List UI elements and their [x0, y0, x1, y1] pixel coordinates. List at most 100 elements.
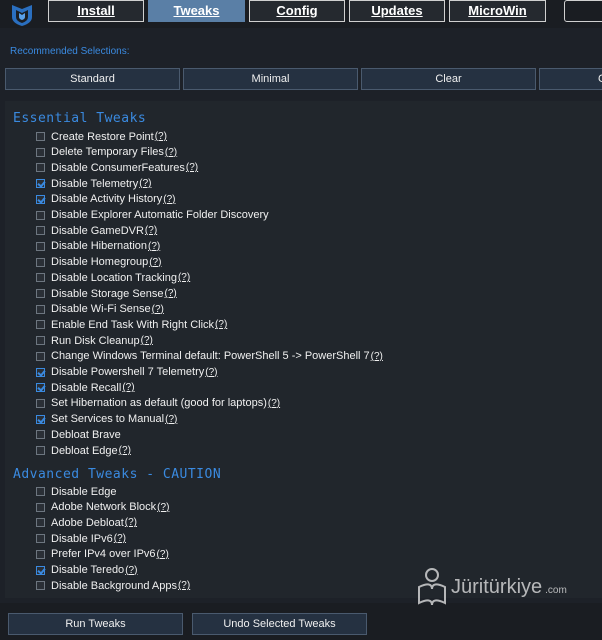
- checkbox[interactable]: [36, 446, 45, 455]
- essential-tweak-item[interactable]: Disable Hibernation (?): [36, 239, 160, 254]
- help-link[interactable]: (?): [163, 194, 175, 205]
- checkbox[interactable]: [36, 430, 45, 440]
- help-link[interactable]: (?): [157, 502, 169, 513]
- standard-button[interactable]: Standard: [5, 68, 180, 90]
- checkbox-checked[interactable]: [36, 179, 45, 189]
- essential-tweak-item[interactable]: Run Disk Cleanup (?): [36, 333, 153, 348]
- help-link[interactable]: (?): [145, 225, 157, 236]
- essential-tweak-item[interactable]: Debloat Brave: [36, 427, 121, 442]
- advanced-tweak-item[interactable]: Disable IPv6 (?): [36, 531, 126, 546]
- run-tweaks-button[interactable]: Run Tweaks: [8, 613, 183, 635]
- checkbox[interactable]: [36, 502, 45, 512]
- help-link[interactable]: (?): [205, 367, 217, 378]
- checkbox[interactable]: [36, 534, 45, 544]
- checkbox-checked[interactable]: [36, 383, 45, 393]
- essential-tweak-item[interactable]: Disable Recall (?): [36, 380, 135, 395]
- help-link[interactable]: (?): [178, 272, 190, 283]
- help-link[interactable]: (?): [215, 319, 227, 330]
- essential-tweak-item[interactable]: Disable ConsumerFeatures (?): [36, 160, 198, 175]
- help-link[interactable]: (?): [148, 241, 160, 252]
- advanced-tweak-item[interactable]: Prefer IPv4 over IPv6 (?): [36, 547, 169, 562]
- checkbox[interactable]: [36, 549, 45, 559]
- advanced-tweak-item[interactable]: Disable Background Apps (?): [36, 578, 190, 593]
- tab-config[interactable]: Config: [249, 0, 345, 22]
- essential-tweak-item[interactable]: Disable Wi-Fi Sense (?): [36, 302, 164, 317]
- help-link[interactable]: (?): [371, 351, 383, 362]
- essential-tweak-item[interactable]: Disable Location Tracking (?): [36, 270, 190, 285]
- checkbox-checked[interactable]: [36, 565, 45, 575]
- help-link[interactable]: (?): [141, 335, 153, 346]
- advanced-tweak-item[interactable]: Disable Edge: [36, 484, 116, 499]
- tweak-label: Disable Recall: [51, 381, 122, 394]
- tweak-label: Disable Hibernation: [51, 240, 147, 253]
- essential-tweak-item[interactable]: Delete Temporary Files (?): [36, 145, 177, 160]
- help-link[interactable]: (?): [122, 382, 134, 393]
- essential-tweak-item[interactable]: Disable GameDVR (?): [36, 223, 157, 238]
- checkbox[interactable]: [36, 132, 45, 141]
- help-link[interactable]: (?): [186, 162, 198, 173]
- get-installed-button[interactable]: G: [539, 68, 602, 90]
- help-link[interactable]: (?): [114, 533, 126, 544]
- checkbox[interactable]: [36, 518, 45, 528]
- help-link[interactable]: (?): [125, 565, 137, 576]
- checkbox[interactable]: [36, 210, 45, 220]
- essential-tweak-item[interactable]: Enable End Task With Right Click (?): [36, 317, 227, 332]
- help-link[interactable]: (?): [165, 288, 177, 299]
- help-link[interactable]: (?): [152, 304, 164, 315]
- essential-tweak-item[interactable]: Set Hibernation as default (good for lap…: [36, 396, 280, 411]
- essential-tweak-item[interactable]: Disable Storage Sense (?): [36, 286, 177, 301]
- tweak-label: Adobe Debloat: [51, 516, 124, 529]
- help-link[interactable]: (?): [165, 147, 177, 158]
- tab-microwin[interactable]: MicroWin: [449, 0, 546, 22]
- minimal-button[interactable]: Minimal: [183, 68, 358, 90]
- tab-install[interactable]: Install: [48, 0, 144, 22]
- help-link[interactable]: (?): [125, 517, 137, 528]
- checkbox[interactable]: [36, 487, 45, 496]
- checkbox[interactable]: [36, 273, 45, 283]
- essential-tweak-item[interactable]: Disable Powershell 7 Telemetry (?): [36, 365, 218, 380]
- checkbox[interactable]: [36, 163, 45, 173]
- help-link[interactable]: (?): [149, 257, 161, 268]
- help-link[interactable]: (?): [139, 178, 151, 189]
- watermark-text: Jüritürkiye: [451, 575, 543, 598]
- essential-tweak-item[interactable]: Disable Explorer Automatic Folder Discov…: [36, 208, 269, 223]
- tab-updates[interactable]: Updates: [349, 0, 445, 22]
- checkbox[interactable]: [36, 581, 45, 591]
- help-link[interactable]: (?): [157, 549, 169, 560]
- checkbox[interactable]: [36, 241, 45, 251]
- checkbox[interactable]: [36, 351, 45, 361]
- checkbox[interactable]: [36, 304, 45, 314]
- checkbox[interactable]: [36, 398, 45, 408]
- checkbox[interactable]: [36, 289, 45, 298]
- essential-tweak-item[interactable]: Change Windows Terminal default: PowerSh…: [36, 349, 383, 364]
- tab-tweaks[interactable]: Tweaks: [148, 0, 245, 22]
- checkbox[interactable]: [36, 147, 45, 157]
- checkbox-checked[interactable]: [36, 414, 45, 424]
- essential-tweak-item[interactable]: Set Services to Manual (?): [36, 412, 177, 427]
- undo-tweaks-button[interactable]: Undo Selected Tweaks: [192, 613, 367, 635]
- tweak-label: Disable Explorer Automatic Folder Discov…: [51, 209, 269, 221]
- checkbox[interactable]: [36, 257, 45, 267]
- checkbox[interactable]: [36, 336, 45, 346]
- checkbox[interactable]: [36, 320, 45, 330]
- advanced-tweak-item[interactable]: Adobe Debloat (?): [36, 515, 137, 530]
- advanced-tweaks-heading: Advanced Tweaks - CAUTION: [13, 467, 222, 482]
- checkbox-checked[interactable]: [36, 367, 45, 377]
- help-link[interactable]: (?): [268, 398, 280, 409]
- checkbox-checked[interactable]: [36, 194, 45, 204]
- advanced-tweak-item[interactable]: Disable Teredo (?): [36, 563, 137, 578]
- essential-tweak-item[interactable]: Debloat Edge (?): [36, 443, 131, 458]
- help-link[interactable]: (?): [178, 580, 190, 591]
- checkbox[interactable]: [36, 226, 45, 236]
- search-input[interactable]: [564, 0, 602, 22]
- advanced-tweak-item[interactable]: Adobe Network Block (?): [36, 500, 169, 515]
- help-link[interactable]: (?): [165, 414, 177, 425]
- clear-button[interactable]: Clear: [361, 68, 536, 90]
- essential-tweak-item[interactable]: Create Restore Point (?): [36, 129, 167, 144]
- essential-tweak-item[interactable]: Disable Homegroup (?): [36, 255, 161, 270]
- help-link[interactable]: (?): [119, 445, 131, 456]
- help-link[interactable]: (?): [155, 131, 167, 142]
- essential-tweak-item[interactable]: Disable Telemetry (?): [36, 176, 151, 191]
- essential-tweak-item[interactable]: Disable Activity History (?): [36, 192, 176, 207]
- tweak-label: Set Services to Manual: [51, 413, 165, 426]
